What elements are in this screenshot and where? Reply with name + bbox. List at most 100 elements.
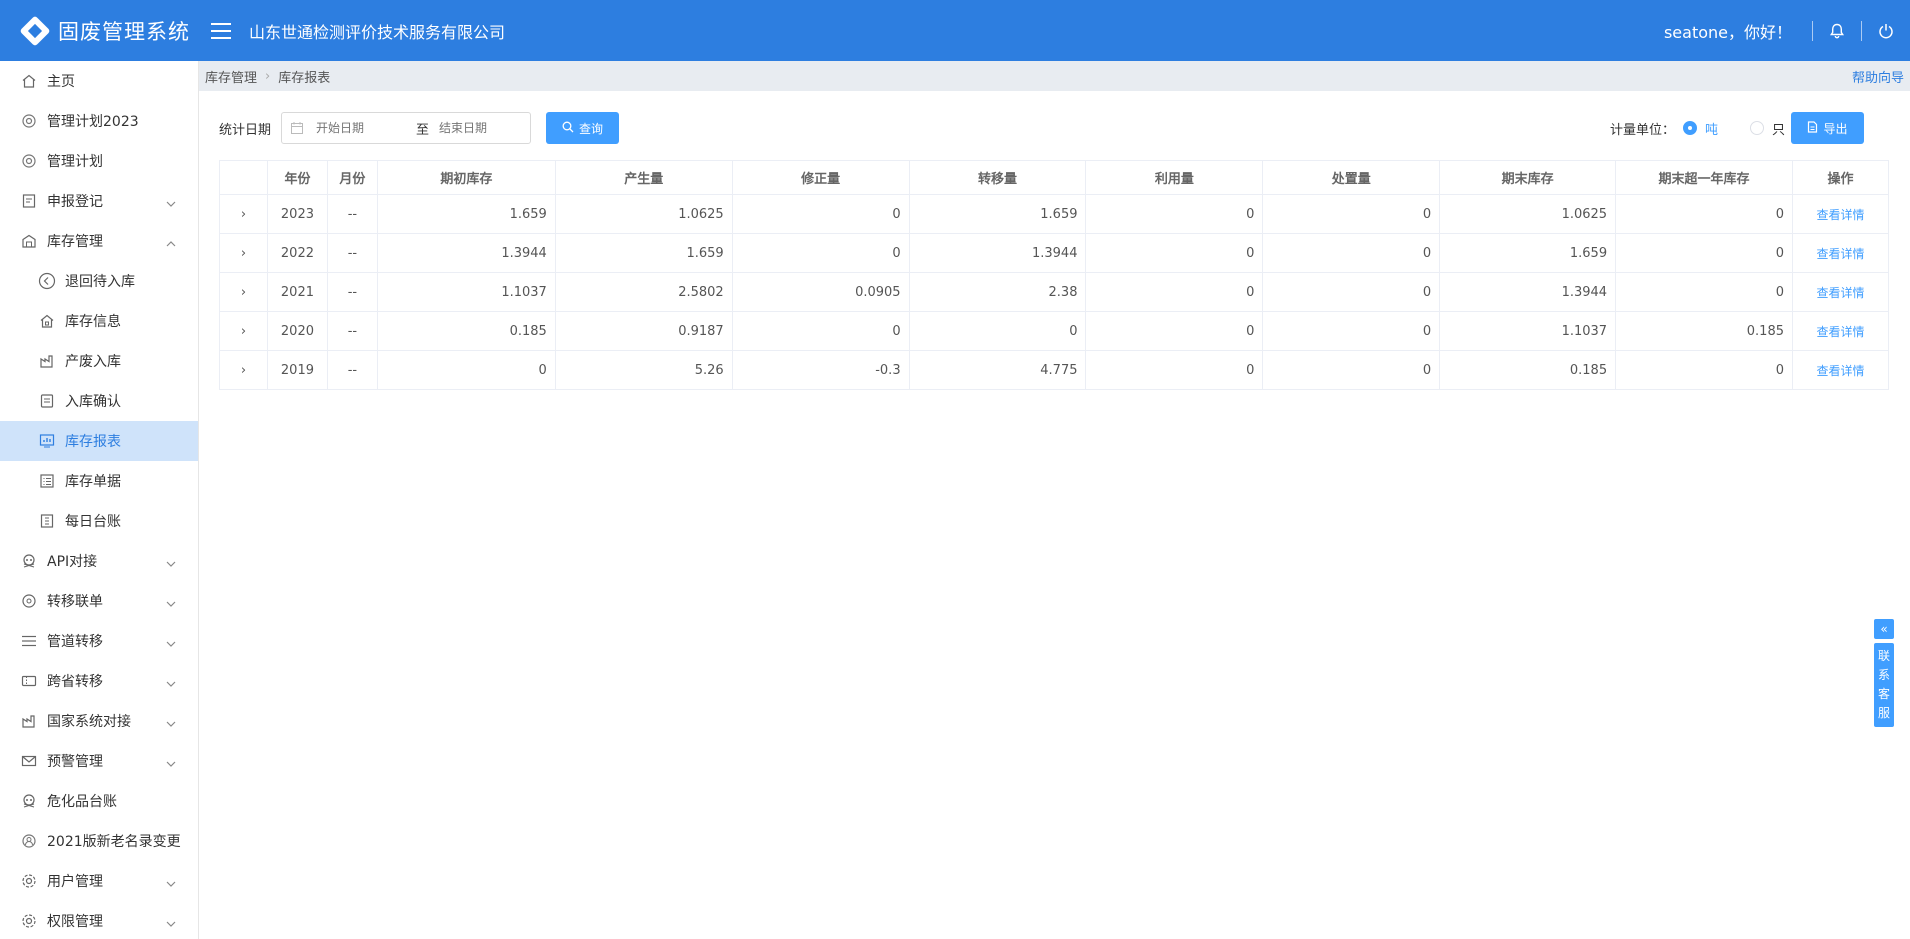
view-details-link[interactable]: 查看详情 [1816,364,1864,378]
sidebar-item-hazchem-ledger[interactable]: 危化品台账 [0,781,198,821]
sidebar-item-label: 库存管理 [47,234,103,250]
table-cell: 1.0625 [554,194,733,234]
sidebar-item-return-pending[interactable]: 退回待入库 [0,261,198,301]
unit-radio-piece[interactable]: 只 [1749,119,1785,138]
table-cell: 0.185 [376,311,556,351]
table-row: › 2022 -- 1.3944 1.659 0 1.3944 0 0 1.65… [219,233,1890,273]
double-chevron-left-icon[interactable]: « [1874,619,1894,639]
table-cell: 2.38 [908,272,1087,312]
sidebar-item-daily-ledger[interactable]: 每日台账 [0,501,198,541]
app-logo[interactable]: 固废管理系统 [0,0,199,61]
sidebar-item-waste-inbound[interactable]: 产废入库 [0,341,198,381]
sidebar-item-inventory-docs[interactable]: 库存单据 [0,461,198,501]
view-details-link[interactable]: 查看详情 [1816,247,1864,261]
chevron-down-icon [166,875,176,891]
expand-row-icon[interactable]: › [219,311,268,351]
sidebar-item-warning[interactable]: 预警管理 [0,741,198,781]
table-cell: 4.775 [908,350,1087,390]
sidebar-item-label: 每日台账 [65,514,121,530]
sidebar-item-plan[interactable]: 管理计划 [0,141,198,181]
service-char: 系 [1877,668,1890,682]
export-button[interactable]: 导出 [1791,112,1864,144]
sidebar-item-label: 库存报表 [65,434,121,450]
table-cell: 0.9187 [554,311,733,351]
sidebar-item-cross-province[interactable]: 跨省转移 [0,661,198,701]
sidebar-item-label: 跨省转移 [47,674,103,690]
end-date-input[interactable] [439,121,530,135]
doc-check-icon [38,392,56,410]
breadcrumb-item-inventory[interactable]: 库存管理 [199,67,257,86]
start-date-input[interactable] [316,121,407,135]
chevron-down-icon [166,195,176,211]
table-cell: 0 [376,350,556,390]
sidebar-item-home[interactable]: 主页 [0,61,198,101]
table-cell: 0 [1085,272,1264,312]
expand-row-icon[interactable]: › [219,233,268,273]
table-cell: 1.659 [908,194,1087,234]
calendar-icon [290,121,304,135]
table-cell: -- [326,350,378,390]
menu-toggle-icon[interactable] [211,22,231,39]
unit-radio-ton[interactable]: 吨 [1682,119,1718,138]
building-icon [20,712,38,730]
search-icon [562,121,574,136]
expand-row-icon[interactable]: › [219,194,268,234]
sidebar-item-label: 库存单据 [65,474,121,490]
return-icon [38,272,56,290]
date-filter-label: 统计日期 [219,122,272,138]
sidebar-item-inbound-confirm[interactable]: 入库确认 [0,381,198,421]
table-cell: 0.185 [1439,350,1617,390]
sidebar-item-transfer-manifest[interactable]: 转移联单 [0,581,198,621]
help-guide-link[interactable]: 帮助向导 [1852,67,1904,86]
sidebar-item-inventory[interactable]: 库存管理 [0,221,198,261]
table-cell: 2023 [266,194,328,234]
sidebar-item-permission-management[interactable]: 权限管理 [0,901,198,939]
chevron-down-icon [166,635,176,651]
sidebar-item-label: 产废入库 [65,354,121,370]
expand-row-icon[interactable]: › [219,272,268,312]
table-cell: -- [326,233,378,273]
expand-row-icon[interactable]: › [219,350,268,390]
contact-service-button[interactable]: 联 系 客 服 [1874,643,1894,727]
sidebar-item-declaration[interactable]: 申报登记 [0,181,198,221]
view-details-link[interactable]: 查看详情 [1816,208,1864,222]
sidebar-item-label: API对接 [47,554,98,570]
sidebar-item-label: 转移联单 [47,594,103,610]
sidebar-item-label: 管理计划2023 [47,114,139,130]
sidebar-item-national-system[interactable]: 国家系统对接 [0,701,198,741]
report-chart-icon [38,432,56,450]
ledger-icon [38,512,56,530]
view-details-link[interactable]: 查看详情 [1816,286,1864,300]
sidebar-item-label: 申报登记 [47,194,103,210]
sidebar-item-api[interactable]: API对接 [0,541,198,581]
sidebar-item-plan-2023[interactable]: 管理计划2023 [0,101,198,141]
sidebar-item-inventory-report[interactable]: 库存报表 [0,421,198,461]
unit-selector: 计量单位： 吨 只 导出 [1610,112,1864,144]
unit-option-label: 只 [1771,122,1785,138]
skull-icon [20,792,38,810]
table-cell: 0.185 [1615,311,1793,351]
column-header: 操作 [1791,160,1890,195]
sidebar-item-pipeline-transfer[interactable]: 管道转移 [0,621,198,661]
sidebar-item-label: 危化品台账 [47,794,117,810]
query-button[interactable]: 查询 [546,112,620,144]
menu-lines-icon [20,632,38,650]
export-button-label: 导出 [1823,121,1848,136]
sidebar-item-user-management[interactable]: 用户管理 [0,861,198,901]
table-cell: 1.3944 [376,233,556,273]
table-cell: 2019 [266,350,328,390]
table-cell: 1.659 [1439,233,1617,273]
table-cell: 5.26 [554,350,733,390]
sidebar-item-label: 用户管理 [47,874,103,890]
table-cell: 1.1037 [376,272,556,312]
bell-icon[interactable] [1813,23,1861,39]
gear-icon [20,872,38,890]
sidebar-item-inventory-info[interactable]: 库存信息 [0,301,198,341]
sidebar-item-catalog-change[interactable]: 2021版新老名录变更 [0,821,198,861]
factory-icon [38,352,56,370]
date-range-picker[interactable]: 至 [281,112,532,144]
plan-icon [20,152,38,170]
power-icon[interactable] [1862,23,1910,39]
view-details-link[interactable]: 查看详情 [1816,325,1864,339]
chevron-down-icon [166,555,176,571]
